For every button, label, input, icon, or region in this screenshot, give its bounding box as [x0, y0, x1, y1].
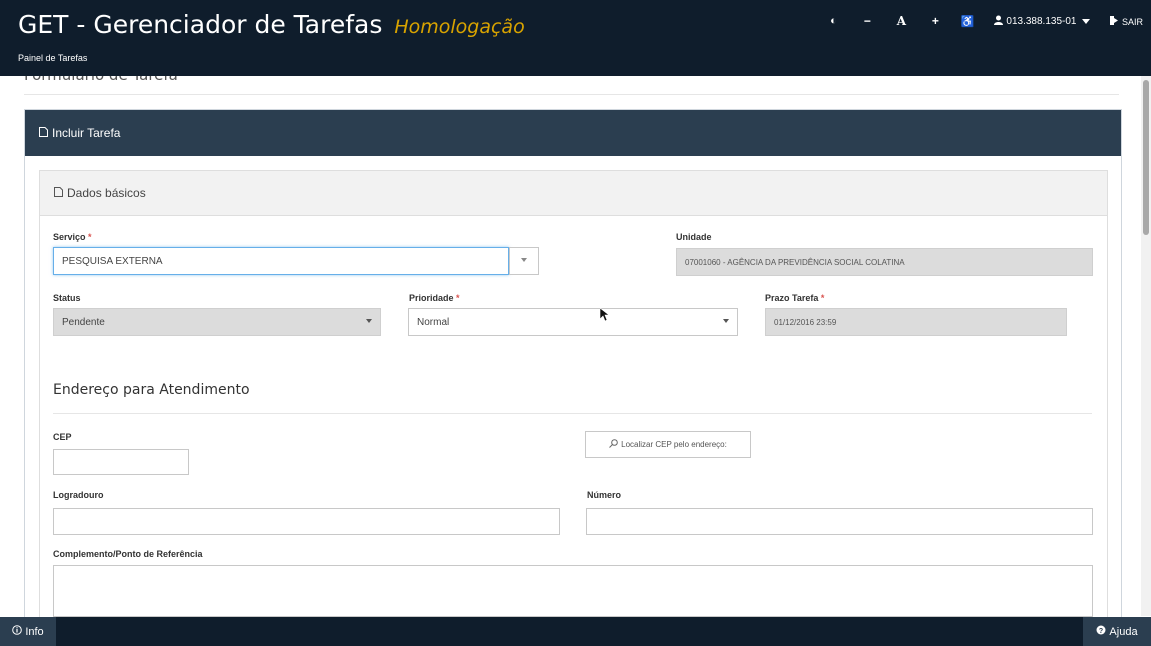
find-cep-button[interactable]: Localizar CEP pelo endereço:	[585, 431, 751, 458]
unidade-value: 07001060 - AGÊNCIA DA PREVIDÊNCIA SOCIAL…	[685, 257, 905, 267]
info-label: Info	[25, 625, 44, 638]
logout-label: SAIR	[1121, 16, 1143, 27]
logout-icon	[1110, 15, 1122, 27]
help-button[interactable]: ? Ajuda	[1083, 617, 1151, 646]
basic-data-header: Dados básicos	[40, 171, 1107, 216]
search-icon	[609, 439, 618, 450]
help-label: Ajuda	[1109, 625, 1138, 638]
info-button[interactable]: Info	[0, 617, 56, 646]
nav-link-painel[interactable]: Painel de Tarefas	[18, 53, 87, 63]
cep-label: CEP	[53, 432, 72, 442]
panel-title: Incluir Tarefa	[52, 126, 121, 140]
panel-header: Incluir Tarefa	[25, 110, 1121, 156]
chevron-down-icon	[366, 319, 372, 323]
numero-input[interactable]	[586, 508, 1093, 535]
servico-label: Serviço *	[53, 232, 92, 242]
user-menu[interactable]: 013.388.135-01	[994, 15, 1091, 28]
bottom-bar: Info ? Ajuda	[0, 617, 1151, 646]
document-icon	[39, 126, 48, 140]
numero-label: Número	[587, 490, 622, 500]
prioridade-label: Prioridade *	[409, 293, 460, 303]
logradouro-label: Logradouro	[53, 490, 104, 500]
complemento-textarea[interactable]	[53, 565, 1093, 617]
chevron-down-icon	[1082, 18, 1091, 24]
cep-input[interactable]	[53, 449, 189, 475]
prazo-field: 01/12/2016 23:59	[765, 308, 1067, 336]
servico-dropdown-button[interactable]	[509, 247, 539, 275]
prioridade-value: Normal	[417, 316, 450, 328]
status-select[interactable]: Pendente	[53, 308, 381, 336]
font-size-button[interactable]: A	[888, 14, 914, 28]
chevron-down-icon	[521, 258, 527, 262]
status-label: Status	[53, 293, 81, 303]
address-section-title: Endereço para Atendimento	[53, 382, 250, 398]
app-title: GET - Gerenciador de Tarefas Homologação	[18, 10, 525, 39]
logradouro-input[interactable]	[53, 508, 560, 535]
top-header: GET - Gerenciador de Tarefas Homologação…	[0, 0, 1151, 76]
unidade-field: 07001060 - AGÊNCIA DA PREVIDÊNCIA SOCIAL…	[676, 248, 1093, 276]
basic-data-title: Dados básicos	[67, 186, 146, 200]
user-icon	[994, 15, 1004, 28]
prazo-value: 01/12/2016 23:59	[774, 317, 837, 327]
help-icon: ?	[1096, 625, 1106, 638]
document-outline-icon	[54, 186, 63, 200]
find-cep-label: Localizar CEP pelo endereço:	[621, 440, 727, 449]
title-divider	[24, 94, 1119, 95]
unidade-label: Unidade	[676, 232, 712, 242]
address-section-divider	[53, 413, 1092, 414]
user-id: 013.388.135-01	[1006, 15, 1077, 27]
mouse-cursor-icon	[599, 307, 610, 325]
prazo-label: Prazo Tarefa *	[765, 293, 825, 303]
header-toolbar: ◐ − A + ♿ 013.388.135-01 SAIR	[820, 14, 1143, 28]
page-scrollbar-thumb[interactable]	[1143, 80, 1149, 235]
status-value: Pendente	[62, 316, 105, 328]
servico-value: PESQUISA EXTERNA	[62, 255, 163, 267]
increase-font-button[interactable]: +	[922, 14, 948, 28]
svg-text:?: ?	[1099, 628, 1103, 635]
decrease-font-button[interactable]: −	[854, 14, 880, 28]
servico-input[interactable]: PESQUISA EXTERNA	[53, 247, 509, 275]
contrast-icon[interactable]: ◐	[820, 15, 846, 27]
environment-label: Homologação	[394, 16, 525, 38]
logout-button[interactable]: SAIR	[1110, 15, 1143, 27]
complemento-label: Complemento/Ponto de Referência	[53, 549, 203, 559]
info-icon	[12, 625, 23, 638]
prioridade-select[interactable]: Normal	[408, 308, 738, 336]
chevron-down-icon	[723, 319, 729, 323]
accessibility-icon[interactable]: ♿	[954, 15, 980, 28]
basic-data-section: Dados básicos	[39, 170, 1108, 630]
app-title-text: GET - Gerenciador de Tarefas	[18, 10, 383, 39]
